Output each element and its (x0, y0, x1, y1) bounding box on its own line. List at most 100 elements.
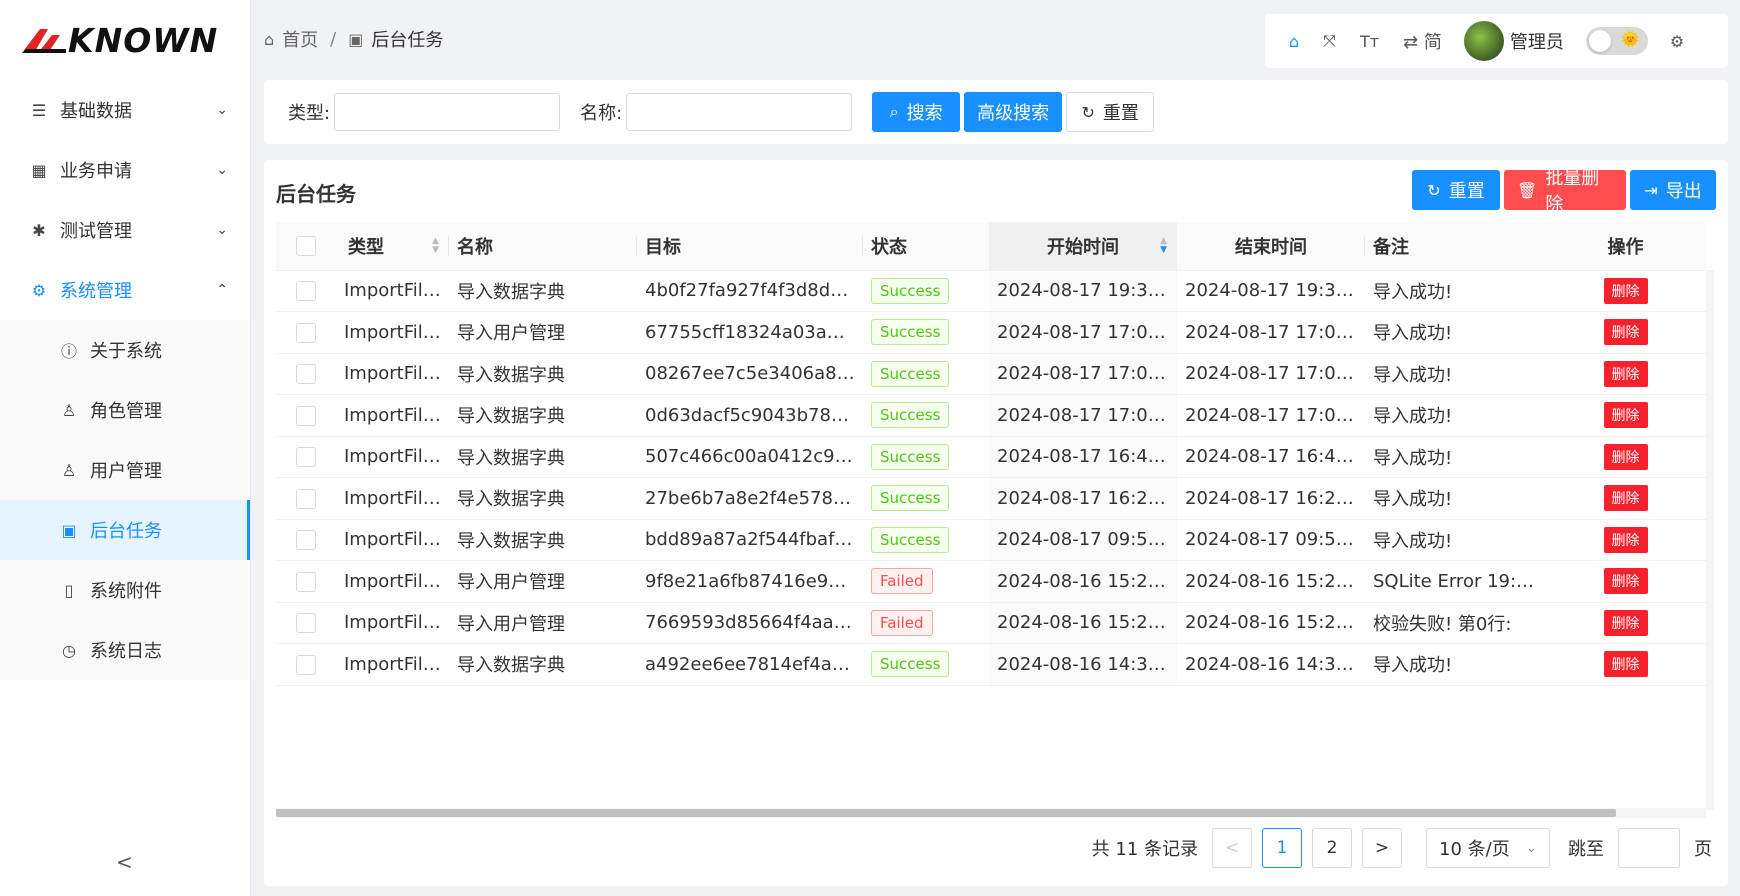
file-icon: ▯ (64, 580, 74, 600)
batch-delete-button[interactable]: 🗑 批量删除 (1504, 168, 1626, 215)
chevron-down-icon: ⌄ (1526, 840, 1537, 856)
row-checkbox[interactable] (296, 488, 316, 509)
row-checkbox[interactable] (296, 571, 316, 592)
table-container: 类型 ▲ ▼ 名称 目标 状态 开始时间 ▲ ▼ 结束时间 备注 操作 ImportFi… (276, 222, 1706, 812)
row-checkbox[interactable] (296, 613, 316, 634)
row-checkbox[interactable] (296, 281, 316, 302)
row-checkbox[interactable] (296, 322, 316, 343)
table-row[interactable]: ImportFiles 导入用户管理 9f8e21a6fb87416e9e55...… (276, 560, 1706, 603)
status-badge: Success (871, 319, 950, 346)
language-switch[interactable]: ⇄ 简 (1403, 28, 1442, 54)
row-checkbox[interactable] (296, 405, 316, 426)
row-checkbox[interactable] (296, 364, 316, 385)
row-checkbox[interactable] (296, 530, 316, 551)
table-row[interactable]: ImportFiles 导入数据字典 4b0f27fa927f4f3d8d4b...… (276, 270, 1706, 312)
cell-action: 删除 (1545, 270, 1706, 312)
translate-icon: ⇄ (1403, 32, 1424, 53)
row-checkbox[interactable] (296, 654, 316, 675)
vertical-scrollbar[interactable] (1706, 270, 1714, 810)
name-input[interactable] (626, 93, 853, 131)
submenu-item-3[interactable]: ▣ 后台任务 (0, 500, 250, 560)
sort-icon[interactable]: ▲ ▼ (432, 236, 439, 255)
submenu-item-0[interactable]: ⓘ 关于系统 (0, 320, 250, 380)
cell-start-time: 2024-08-16 14:32:25 (989, 643, 1177, 686)
status-badge: Failed (871, 609, 933, 636)
delete-row-button[interactable]: 删除 (1603, 360, 1648, 387)
row-checkbox[interactable] (296, 447, 316, 468)
col-header-type[interactable]: 类型 ▲ ▼ (336, 222, 449, 271)
settings-gear-icon[interactable]: ⚙ (1670, 32, 1684, 51)
delete-row-button[interactable]: 删除 (1603, 568, 1648, 595)
home-icon[interactable]: ⌂ (1289, 32, 1299, 51)
cell-action: 删除 (1545, 394, 1706, 437)
sort-icon[interactable]: ▲ ▼ (1160, 236, 1167, 255)
delete-row-button[interactable]: 删除 (1603, 319, 1648, 346)
menu-item-2[interactable]: ✱ 测试管理 ⌄ (0, 200, 250, 260)
submenu-item-label: 系统日志 (90, 641, 162, 662)
fullscreen-icon[interactable]: ⤧ (1323, 31, 1336, 51)
next-page-button[interactable]: > (1362, 828, 1402, 868)
table-row[interactable]: ImportFiles 导入数据字典 bdd89a87a2f544fbafe4...… (276, 519, 1706, 561)
cell-note: 导入成功! (1365, 477, 1545, 520)
reset-table-button[interactable]: ↻ 重置 (1412, 170, 1500, 210)
status-badge: Success (871, 402, 950, 429)
submenu-item-4[interactable]: ▯ 系统附件 (0, 560, 250, 620)
submenu-item-1[interactable]: ♙ 角色管理 (0, 380, 250, 440)
prev-page-button[interactable]: < (1212, 828, 1252, 868)
cell-end-time: 2024-08-17 16:44:20 (1177, 436, 1365, 478)
scrollbar-thumb[interactable] (276, 809, 1616, 817)
cell-type: ImportFiles (336, 560, 449, 603)
collapse-sidebar-button[interactable]: < (116, 850, 133, 874)
col-header-name: 名称 (449, 222, 637, 271)
cell-status: Success (863, 436, 989, 478)
toggle-knob (1588, 30, 1611, 52)
status-badge: Success (871, 443, 950, 470)
delete-row-button[interactable]: 删除 (1603, 526, 1648, 553)
menu-item-3[interactable]: ⚙ 系统管理 ⌃ (0, 260, 250, 320)
delete-row-button[interactable]: 删除 (1603, 651, 1648, 678)
reset-search-button[interactable]: ↻ 重置 (1066, 92, 1155, 132)
cell-end-time: 2024-08-17 17:01:25 (1177, 394, 1365, 437)
submenu-item-5[interactable]: ◷ 系统日志 (0, 620, 250, 680)
logo[interactable]: KNOWN (0, 0, 250, 80)
menu-item-1[interactable]: ▦ 业务申请 ⌄ (0, 140, 250, 200)
user-icon: ♙ (61, 460, 77, 480)
delete-row-button[interactable]: 删除 (1603, 485, 1648, 512)
submenu-item-2[interactable]: ♙ 用户管理 (0, 440, 250, 500)
col-header-start-time[interactable]: 开始时间 ▲ ▼ (989, 222, 1177, 271)
page-1-button[interactable]: 1 (1262, 828, 1302, 868)
table-row[interactable]: ImportFiles 导入数据字典 08267ee7c5e3406a8fd... S… (276, 353, 1706, 395)
search-button[interactable]: ⌕ 搜索 (872, 92, 961, 132)
theme-toggle[interactable]: 🌞 (1585, 27, 1648, 55)
select-all-checkbox[interactable] (296, 236, 316, 257)
breadcrumb-home[interactable]: 首页 (282, 26, 318, 52)
delete-row-button[interactable]: 删除 (1603, 443, 1648, 470)
cell-end-time: 2024-08-16 15:26:10 (1177, 602, 1365, 644)
font-size-icon[interactable]: Tт (1360, 32, 1379, 51)
advanced-search-button[interactable]: 高级搜索 (964, 92, 1063, 132)
delete-row-button[interactable]: 删除 (1603, 402, 1648, 429)
table-row[interactable]: ImportFiles 导入数据字典 507c466c00a0412c9a7f...… (276, 436, 1706, 478)
search-panel: 类型: 名称: ⌕ 搜索 高级搜索 ↻ 重置 (264, 80, 1728, 144)
language-label: 简 (1423, 32, 1442, 53)
cell-target: a492ee6ee7814ef4a404... (637, 643, 863, 686)
page-size-select[interactable]: 10 条/页 ⌄ (1426, 828, 1550, 868)
table-row[interactable]: ImportFiles 导入数据字典 27be6b7a8e2f4e57893... S… (276, 477, 1706, 520)
table-row[interactable]: ImportFiles 导入用户管理 7669593d85664f4aac7... F… (276, 602, 1706, 644)
breadcrumb-separator: / (330, 28, 337, 50)
table-row[interactable]: ImportFiles 导入用户管理 67755cff18324a03a6d3...… (276, 311, 1706, 354)
info-icon: ⓘ (60, 342, 77, 361)
jump-page-input[interactable] (1618, 828, 1680, 868)
horizontal-scrollbar[interactable] (276, 808, 1706, 818)
delete-row-button[interactable]: 删除 (1603, 277, 1648, 304)
menu-item-0[interactable]: ☰ 基础数据 ⌄ (0, 80, 250, 140)
table-row[interactable]: ImportFiles 导入数据字典 0d63dacf5c9043b78a2... S… (276, 394, 1706, 437)
page-2-button[interactable]: 2 (1312, 828, 1352, 868)
export-button[interactable]: ⇥ 导出 (1630, 170, 1716, 210)
user-name[interactable]: 管理员 (1510, 28, 1564, 54)
table-row[interactable]: ImportFiles 导入数据字典 a492ee6ee7814ef4a404...… (276, 643, 1706, 686)
avatar[interactable] (1463, 21, 1504, 61)
delete-row-button[interactable]: 删除 (1603, 609, 1648, 636)
type-input[interactable] (334, 93, 561, 131)
cell-name: 导入用户管理 (449, 602, 637, 644)
